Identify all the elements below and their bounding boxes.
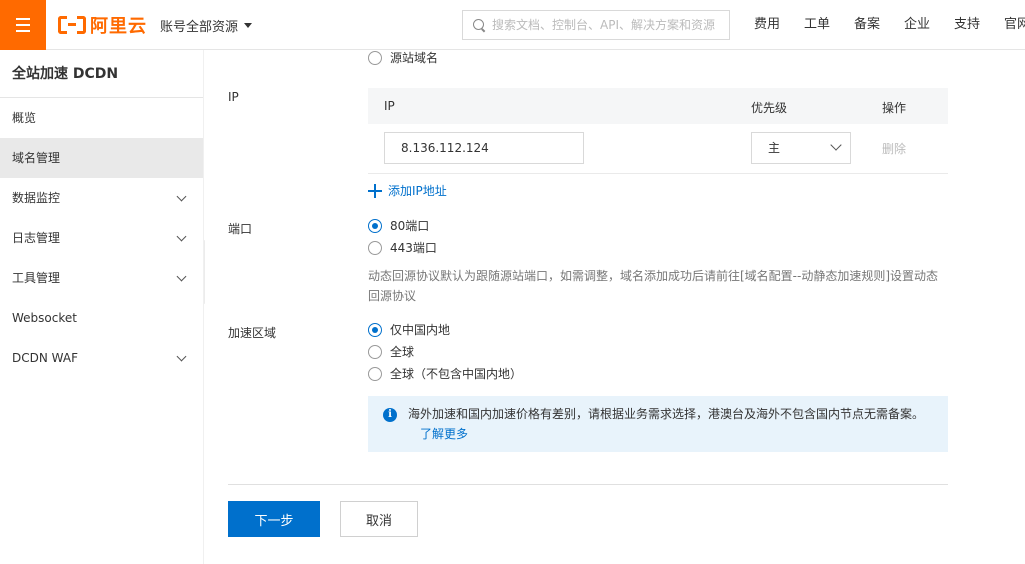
- divider: [228, 484, 948, 485]
- radio-label: 全球（不包含中国内地）: [390, 367, 523, 381]
- nav-tickets[interactable]: 工单: [792, 0, 842, 50]
- region-label: 加速区域: [228, 326, 277, 340]
- radio-port-80[interactable]: 80端口: [368, 217, 429, 234]
- learn-more-link[interactable]: 了解更多: [420, 427, 468, 441]
- ip-address-input[interactable]: [384, 132, 584, 164]
- search-box[interactable]: [462, 10, 730, 40]
- radio-region-global-excl-mainland[interactable]: 全球（不包含中国内地）: [368, 365, 522, 382]
- aliyun-logo[interactable]: 阿里云: [58, 13, 147, 37]
- account-resources-dropdown[interactable]: 账号全部资源: [160, 16, 253, 35]
- sidebar-item-domain-management[interactable]: 域名管理: [0, 138, 203, 178]
- radio-label: 源站域名: [390, 51, 439, 65]
- radio-label: 80端口: [390, 219, 430, 233]
- info-icon: i: [383, 408, 397, 422]
- top-nav: 费用 工单 备案 企业 支持 官网: [742, 0, 1025, 50]
- sidebar-item-label: 数据监控: [12, 191, 61, 205]
- chevron-down-icon: [176, 351, 187, 362]
- radio-port-443[interactable]: 443端口: [368, 239, 437, 256]
- radio-circle: [368, 322, 382, 337]
- chevron-down-icon: [176, 191, 187, 202]
- nav-support[interactable]: 支持: [942, 0, 992, 50]
- sidebar-item-label: DCDN WAF: [12, 351, 78, 365]
- nav-official-site[interactable]: 官网: [992, 0, 1025, 50]
- search-input[interactable]: [492, 18, 722, 32]
- radio-label: 仅中国内地: [390, 323, 451, 337]
- search-icon: [473, 18, 486, 32]
- radio-label: 443端口: [390, 241, 437, 255]
- ip-table: IP 优先级 操作 主 删除: [368, 88, 948, 174]
- hamburger-menu-icon[interactable]: [0, 0, 46, 50]
- delete-ip-link[interactable]: 删除: [882, 140, 906, 157]
- sidebar-item-label: Websocket: [12, 311, 77, 325]
- sidebar-item-label: 概览: [12, 111, 37, 125]
- nav-icp-filing[interactable]: 备案: [842, 0, 892, 50]
- top-bar: 阿里云 账号全部资源 费用 工单 备案 企业 支持 官网: [0, 0, 1025, 50]
- port-help-text: 动态回源协议默认为跟随源站端口，如需调整，域名添加成功后请前往[域名配置--动静…: [368, 269, 939, 303]
- sidebar-item-data-monitoring[interactable]: 数据监控: [0, 178, 203, 218]
- account-label: 账号全部资源: [160, 20, 239, 35]
- caret-down-icon: [244, 23, 253, 28]
- add-ip-button[interactable]: 添加IP地址: [368, 182, 447, 199]
- sidebar-item-websocket[interactable]: Websocket: [0, 298, 203, 338]
- next-step-button[interactable]: 下一步: [228, 501, 320, 537]
- radio-region-mainland[interactable]: 仅中国内地: [368, 321, 450, 338]
- logo-text: 阿里云: [90, 16, 147, 37]
- radio-circle: [368, 50, 382, 65]
- chevron-down-icon: [176, 271, 187, 282]
- priority-value: 主: [768, 141, 781, 155]
- ip-label: IP: [228, 90, 239, 104]
- aliyun-logo-icon: [58, 16, 86, 34]
- region-notice: i 海外加速和国内加速价格有差别，请根据业务需求选择，港澳台及海外不包含国内节点…: [368, 396, 948, 452]
- main-content: 源站域名 IP IP 优先级 操作 主 删除 添加IP地址 端口 80端口 44…: [205, 50, 1025, 564]
- sidebar: 全站加速 DCDN 概览 域名管理 数据监控 日志管理 工具管理 Websock…: [0, 50, 204, 564]
- column-header-ip: IP: [384, 99, 395, 113]
- nav-enterprise[interactable]: 企业: [892, 0, 942, 50]
- table-row: 主 删除: [368, 124, 948, 174]
- radio-source-domain[interactable]: 源站域名: [368, 49, 438, 66]
- nav-fees[interactable]: 费用: [742, 0, 792, 50]
- ip-table-header: IP 优先级 操作: [368, 88, 948, 124]
- radio-label: 全球: [390, 345, 415, 359]
- sidebar-item-label: 工具管理: [12, 271, 61, 285]
- chevron-down-icon: [830, 139, 842, 151]
- cancel-button[interactable]: 取消: [340, 501, 418, 537]
- radio-circle: [368, 218, 382, 233]
- sidebar-item-tool-management[interactable]: 工具管理: [0, 258, 203, 298]
- sidebar-item-dcdn-waf[interactable]: DCDN WAF: [0, 338, 203, 378]
- radio-circle: [368, 240, 382, 255]
- notice-text: 海外加速和国内加速价格有差别，请根据业务需求选择，港澳台及海外不包含国内节点无需…: [408, 407, 925, 421]
- column-header-priority: 优先级: [751, 101, 788, 115]
- priority-select[interactable]: 主: [751, 132, 851, 164]
- sidebar-title: 全站加速 DCDN: [0, 50, 203, 98]
- port-label: 端口: [228, 222, 253, 236]
- plus-icon: [368, 183, 382, 198]
- chevron-down-icon: [176, 231, 187, 242]
- sidebar-item-label: 日志管理: [12, 231, 61, 245]
- sidebar-item-log-management[interactable]: 日志管理: [0, 218, 203, 258]
- radio-region-global[interactable]: 全球: [368, 343, 414, 360]
- radio-circle: [368, 344, 382, 359]
- radio-circle: [368, 366, 382, 381]
- sidebar-item-label: 域名管理: [12, 151, 61, 165]
- sidebar-item-overview[interactable]: 概览: [0, 98, 203, 138]
- column-header-action: 操作: [882, 101, 907, 115]
- add-ip-label: 添加IP地址: [388, 184, 447, 198]
